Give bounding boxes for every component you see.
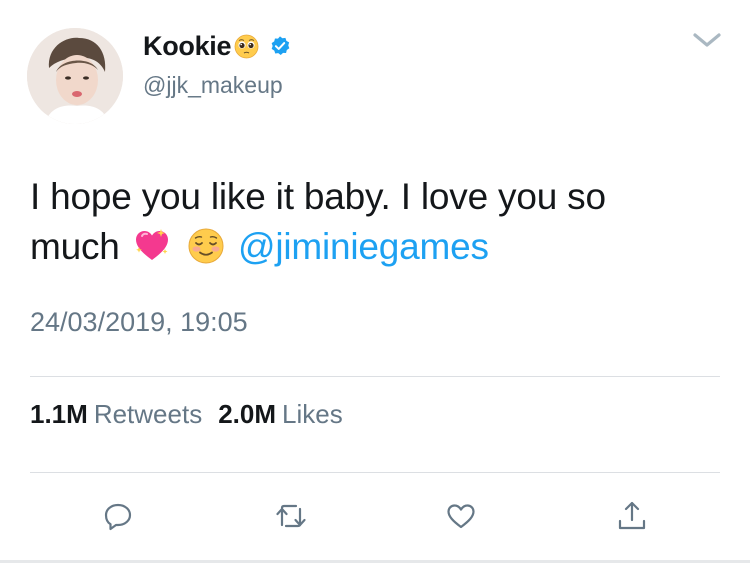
tweet-stats: 1.1M Retweets 2.0M Likes bbox=[30, 399, 359, 430]
avatar-photo bbox=[27, 28, 123, 124]
divider bbox=[30, 472, 720, 473]
sparkling-heart-emoji-icon bbox=[135, 229, 168, 260]
tweet-card: Kookie @jjk_makeup I hope you like it ba… bbox=[0, 0, 750, 563]
user-name-row: Kookie bbox=[143, 30, 291, 62]
tweet-text-line1: I hope you like it baby. I love you so bbox=[30, 176, 606, 217]
tweet-timestamp[interactable]: 24/03/2019, 19:05 bbox=[30, 307, 248, 338]
pleading-face-emoji-icon bbox=[234, 34, 259, 58]
retweet-icon bbox=[276, 504, 306, 528]
share-icon bbox=[618, 501, 646, 530]
user-handle[interactable]: @jjk_makeup bbox=[143, 72, 283, 99]
tweet-text-line2: much bbox=[30, 226, 120, 267]
retweets-count: 1.1M bbox=[30, 399, 88, 429]
retweet-button[interactable] bbox=[271, 496, 311, 536]
reply-button[interactable] bbox=[98, 496, 138, 536]
smiling-face-emoji-icon bbox=[188, 228, 224, 264]
display-name[interactable]: Kookie bbox=[143, 31, 232, 62]
retweets-label: Retweets bbox=[93, 399, 203, 429]
like-button[interactable] bbox=[441, 496, 481, 536]
chevron-down-icon[interactable] bbox=[690, 28, 724, 52]
avatar[interactable] bbox=[27, 28, 123, 124]
likes-stat[interactable]: 2.0M Likes bbox=[218, 399, 343, 430]
verified-badge-icon bbox=[271, 36, 290, 55]
like-icon bbox=[447, 504, 475, 529]
reply-icon bbox=[104, 503, 132, 531]
divider bbox=[30, 376, 720, 377]
retweets-stat[interactable]: 1.1M Retweets bbox=[30, 399, 202, 430]
tweet-text: I hope you like it baby. I love you so m… bbox=[30, 172, 720, 272]
likes-count: 2.0M bbox=[218, 399, 277, 429]
share-button[interactable] bbox=[612, 496, 652, 536]
likes-label: Likes bbox=[282, 399, 343, 429]
mention-link[interactable]: @jiminiegames bbox=[238, 226, 489, 267]
